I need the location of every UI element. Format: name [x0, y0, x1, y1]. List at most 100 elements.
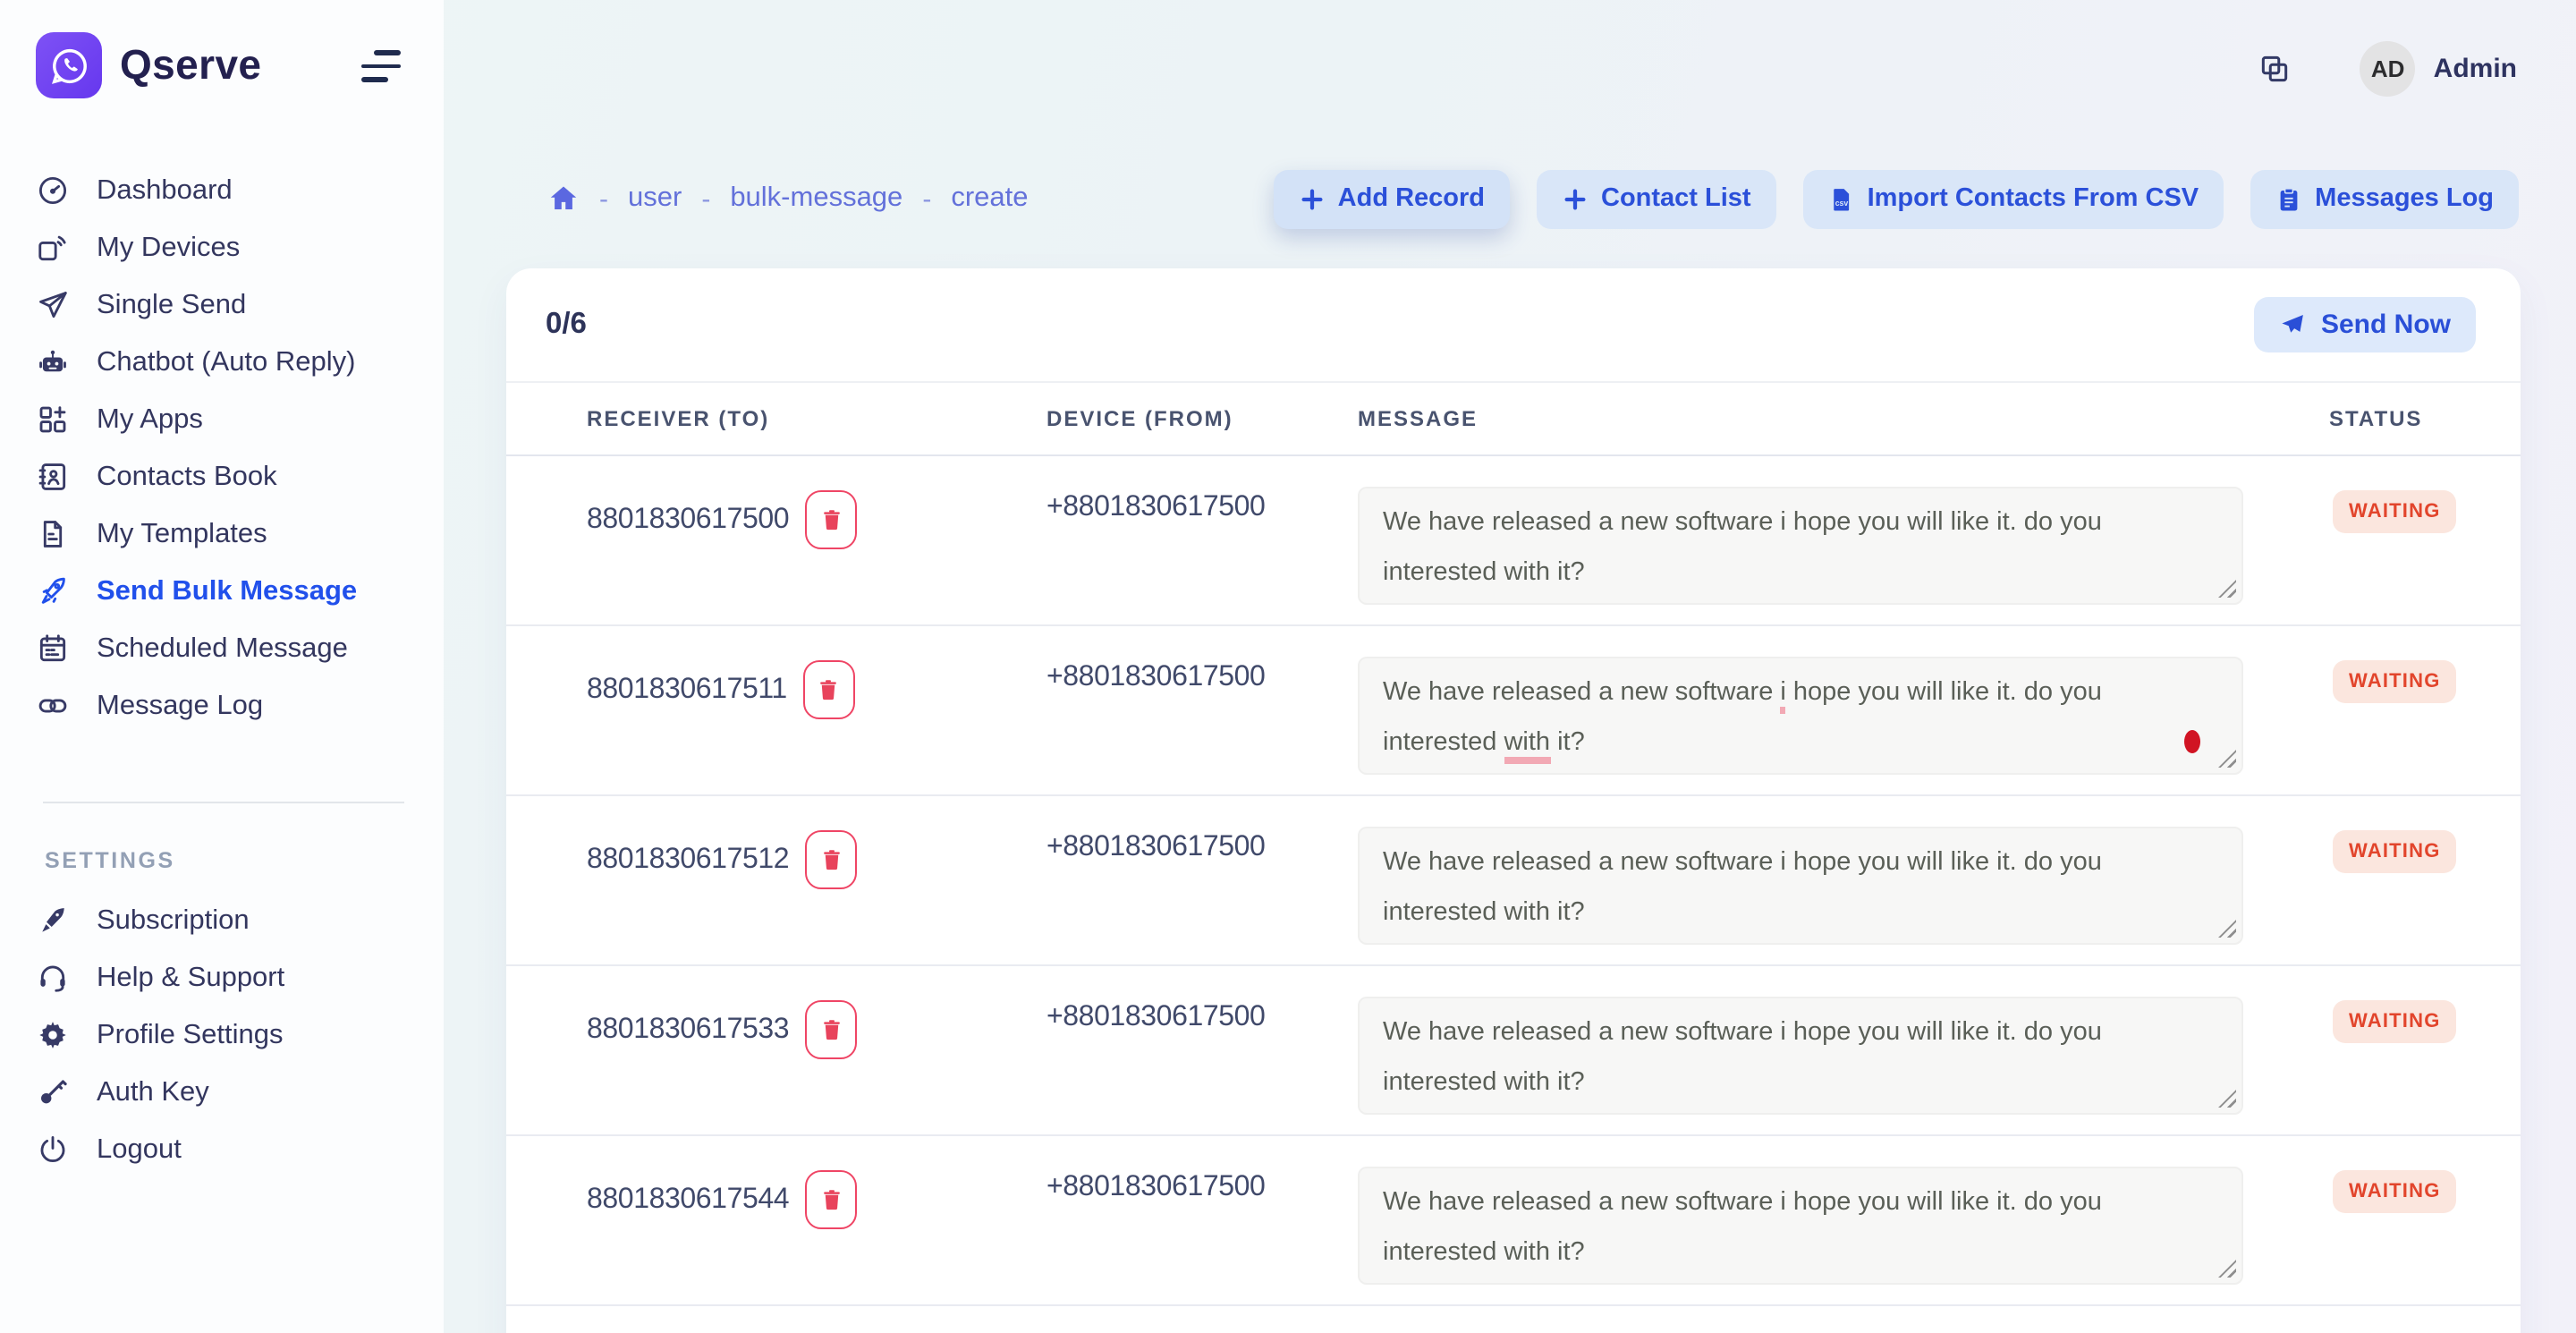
- trash-icon: [818, 1016, 843, 1043]
- grid-plus-icon: [36, 403, 70, 437]
- table-header: RECEIVER (TO) DEVICE (FROM) MESSAGE STAT…: [506, 383, 2521, 456]
- delete-row-button[interactable]: [805, 1000, 857, 1059]
- send-plane-icon: [2280, 311, 2307, 338]
- device-number: +8801830617500: [1046, 966, 1358, 1134]
- sidebar-item-my-apps[interactable]: My Apps: [36, 403, 444, 437]
- import-contacts-csv-button[interactable]: csv Import Contacts From CSV: [1803, 169, 2224, 228]
- delete-row-button[interactable]: [805, 490, 857, 549]
- sidebar-item-my-templates[interactable]: My Templates: [36, 517, 444, 551]
- trash-icon: [817, 676, 842, 703]
- send-now-button[interactable]: Send Now: [2255, 297, 2476, 352]
- message-input[interactable]: We have released a new software i hope y…: [1358, 487, 2243, 605]
- sidebar-item-label: Send Bulk Message: [97, 575, 357, 607]
- sidebar-item-dashboard[interactable]: Dashboard: [36, 174, 444, 208]
- sidebar-item-auth-key[interactable]: Auth Key: [36, 1075, 444, 1109]
- column-header-message: MESSAGE: [1358, 406, 2329, 431]
- breadcrumb-user[interactable]: user: [628, 183, 682, 215]
- sidebar-item-label: Help & Support: [97, 962, 284, 994]
- table-body: 8801830617500 +8801830617500 We have rel…: [506, 456, 2521, 1306]
- sidebar-item-my-devices[interactable]: My Devices: [36, 231, 444, 265]
- sidebar-item-label: Scheduled Message: [97, 633, 348, 665]
- sidebar-item-label: Chatbot (Auto Reply): [97, 346, 356, 378]
- key-icon: [36, 1075, 70, 1109]
- sidebar-item-scheduled-message[interactable]: Scheduled Message: [36, 632, 444, 666]
- sidebar-item-profile-settings[interactable]: Profile Settings: [36, 1018, 444, 1052]
- link-log-icon: [36, 689, 70, 723]
- breadcrumb: - user - bulk-message - create: [547, 183, 1029, 215]
- sidebar-settings-nav: Subscription Help & Support Profile Settin…: [0, 904, 444, 1167]
- message-input[interactable]: We have released a new software i hope y…: [1358, 1167, 2243, 1285]
- sidebar-item-help-support[interactable]: Help & Support: [36, 961, 444, 995]
- status-badge: WAITING: [2333, 660, 2457, 703]
- windows-copy-icon[interactable]: [2258, 51, 2292, 85]
- app: Qserve DashboardMy DevicesSingle SendCha…: [0, 0, 2576, 1333]
- message-input[interactable]: We have released a new software i hope y…: [1358, 997, 2243, 1115]
- sidebar-item-label: Logout: [97, 1133, 182, 1166]
- device-number: +8801830617500: [1046, 456, 1358, 624]
- table-row: 8801830617511 +8801830617500 We have rel…: [506, 626, 2521, 796]
- document-icon: [36, 517, 70, 551]
- paper-plane-icon: [36, 288, 70, 322]
- user-name[interactable]: Admin: [2434, 53, 2517, 83]
- sidebar-item-single-send[interactable]: Single Send: [36, 288, 444, 322]
- rocket-filled-icon: [36, 904, 70, 938]
- status-badge: WAITING: [2333, 490, 2457, 533]
- sidebar-nav: Dashboard My Devices Single Send Chatbot (A…: [0, 174, 444, 723]
- sidebar-item-label: Message Log: [97, 690, 263, 722]
- sidebar-toggle-button[interactable]: [361, 50, 401, 86]
- avatar[interactable]: AD: [2360, 40, 2416, 96]
- calendar-icon: [36, 632, 70, 666]
- sidebar-item-label: Contacts Book: [97, 461, 277, 493]
- status-badge: WAITING: [2333, 830, 2457, 873]
- qserve-whatsapp-logo-icon: [36, 32, 102, 98]
- contact-list-button[interactable]: Contact List: [1537, 169, 1776, 228]
- messages-log-button[interactable]: Messages Log: [2250, 169, 2519, 228]
- svg-text:csv: csv: [1835, 198, 1848, 207]
- table-row: 8801830617512 +8801830617500 We have rel…: [506, 796, 2521, 966]
- sidebar: Qserve DashboardMy DevicesSingle SendCha…: [0, 0, 444, 1333]
- bulk-message-card: 0/6 Send Now RECEIVER (TO) DEVICE (FROM)…: [506, 268, 2521, 1333]
- sidebar-item-label: My Devices: [97, 232, 240, 264]
- breadcrumb-create[interactable]: create: [951, 183, 1028, 215]
- breadcrumb-separator: -: [599, 183, 608, 214]
- device-number: +8801830617500: [1046, 626, 1358, 794]
- trash-icon: [818, 506, 843, 533]
- column-header-device: DEVICE (FROM): [1046, 406, 1358, 431]
- message-input[interactable]: We have released a new software i hope y…: [1358, 827, 2243, 945]
- page-actions: Add Record Contact List csv Import Conta…: [1274, 169, 2519, 228]
- delete-row-button[interactable]: [803, 660, 855, 719]
- power-icon: [36, 1133, 70, 1167]
- sidebar-item-label: Profile Settings: [97, 1019, 284, 1051]
- delete-row-button[interactable]: [805, 1170, 857, 1229]
- breadcrumb-bulk-message[interactable]: bulk-message: [730, 183, 902, 215]
- sidebar-item-contacts-book[interactable]: Contacts Book: [36, 460, 444, 494]
- progress-counter: 0/6: [546, 308, 587, 342]
- sidebar-item-logout[interactable]: Logout: [36, 1133, 444, 1167]
- message-input[interactable]: We have released a new software i hope y…: [1358, 657, 2243, 775]
- home-icon[interactable]: [547, 183, 580, 215]
- receiver-number: 8801830617511: [587, 660, 787, 719]
- receiver-number: 8801830617533: [587, 1000, 789, 1059]
- trash-icon: [818, 1186, 843, 1213]
- settings-section-label: SETTINGS: [45, 848, 444, 873]
- sidebar-item-send-bulk-message[interactable]: Send Bulk Message: [36, 574, 444, 608]
- dashboard-gauge-icon: [36, 174, 70, 208]
- address-book-icon: [36, 460, 70, 494]
- breadcrumb-separator: -: [701, 183, 710, 214]
- sidebar-item-label: My Apps: [97, 403, 203, 436]
- delete-row-button[interactable]: [805, 830, 857, 889]
- robot-icon: [36, 345, 70, 379]
- sidebar-item-subscription[interactable]: Subscription: [36, 904, 444, 938]
- sidebar-item-message-log[interactable]: Message Log: [36, 689, 444, 723]
- sidebar-item-chatbot-auto-reply[interactable]: Chatbot (Auto Reply): [36, 345, 444, 379]
- sidebar-item-label: My Templates: [97, 518, 267, 550]
- breadcrumb-actions-row: - user - bulk-message - create Add Recor…: [547, 166, 2519, 231]
- csv-file-icon: csv: [1828, 185, 1855, 212]
- add-record-button[interactable]: Add Record: [1274, 169, 1510, 228]
- sidebar-divider: [43, 802, 404, 803]
- receiver-number: 8801830617544: [587, 1170, 789, 1229]
- plus-icon: [1299, 185, 1326, 212]
- rocket-icon: [36, 574, 70, 608]
- breadcrumb-separator: -: [922, 183, 931, 214]
- receiver-number: 8801830617512: [587, 830, 789, 889]
